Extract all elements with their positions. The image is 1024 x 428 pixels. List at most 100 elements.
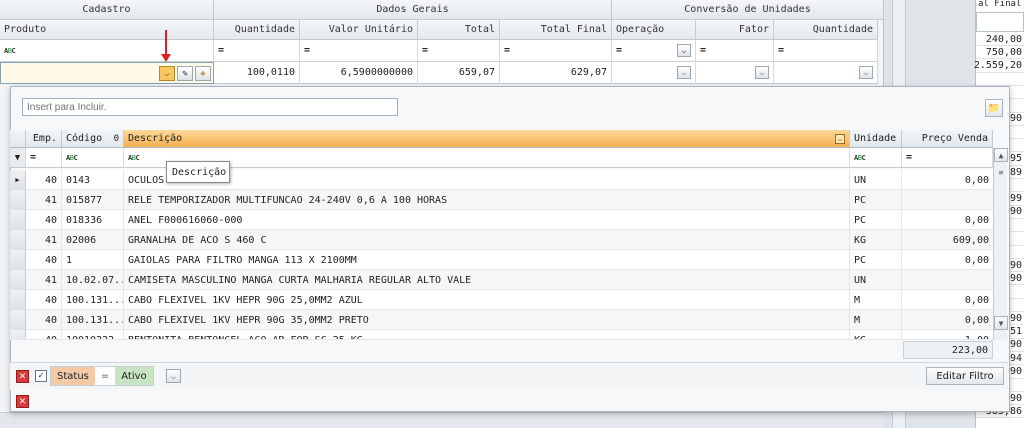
lookup-filter-descricao[interactable]: ABC (124, 148, 850, 168)
col-produto[interactable]: Produto (0, 20, 214, 40)
cell-preco[interactable]: 1,00 (902, 330, 994, 339)
cell-descricao[interactable]: CABO FLEXIVEL 1KV HEPR 90G 25,0MM2 AZUL (124, 290, 850, 310)
row-selector[interactable] (10, 190, 26, 210)
cell-unidade[interactable]: PC (850, 250, 902, 270)
cell-valor-unitario[interactable]: 6,5900000000 (300, 62, 418, 84)
filter-produto[interactable]: ABC (0, 40, 214, 62)
chevron-down-icon[interactable]: ⌵ (755, 66, 769, 79)
close-icon[interactable]: ✕ (16, 395, 29, 408)
cell-emp[interactable]: 40 (26, 330, 62, 339)
cell-unidade[interactable]: PC (850, 210, 902, 230)
cell-fator[interactable]: ⌵ (696, 62, 774, 84)
cell-descricao[interactable]: BENTONITA BENTONGEL ACO AR FOR SC 25 KG (124, 330, 850, 339)
table-row[interactable]: 41 015877 RELE TEMPORIZADOR MULTIFUNCAO 24… (10, 190, 994, 210)
filter-total-final[interactable]: = (500, 40, 612, 62)
lookup-dropdown-button[interactable]: ⌵ (159, 66, 175, 81)
chevron-down-icon[interactable]: ⌵ (677, 66, 691, 79)
row-selector[interactable] (10, 330, 26, 339)
cell-preco[interactable] (902, 270, 994, 290)
lookup-filter-unidade[interactable]: ABC (850, 148, 902, 168)
cell-emp[interactable]: 40 (26, 290, 62, 310)
table-row[interactable]: 40 1 GAIOLAS PARA FILTRO MANGA 113 X 2100… (10, 250, 994, 270)
col-total[interactable]: Total (418, 20, 500, 40)
filter-quantidade-conv[interactable]: = (774, 40, 878, 62)
lookup-col-preco[interactable]: Preço Venda (902, 130, 993, 148)
col-quantidade[interactable]: Quantidade (214, 20, 300, 40)
row-indicator-icon[interactable]: ▶ (10, 170, 26, 190)
add-record-icon[interactable]: 📁 (985, 99, 1003, 117)
filter-total[interactable]: = (418, 40, 500, 62)
cell-codigo[interactable]: 018336 (62, 210, 124, 230)
scroll-up-icon[interactable]: ▲ (994, 148, 1008, 162)
cell-preco[interactable]: 0,00 (902, 210, 994, 230)
cell-unidade[interactable]: M (850, 290, 902, 310)
col-valor-unitario[interactable]: Valor Unitário (300, 20, 418, 40)
filter-icon[interactable]: ⌵ (835, 133, 845, 144)
cell-unidade[interactable]: M (850, 310, 902, 330)
edit-icon[interactable]: ✎ (177, 66, 193, 81)
cell-emp[interactable]: 41 (26, 270, 62, 290)
right-filter-cell[interactable] (976, 12, 1024, 32)
table-row[interactable]: ▶ 40 0143 OCULOS UN 0,00 (10, 170, 994, 190)
scroll-down-icon[interactable]: ▼ (994, 316, 1008, 330)
col-total-final[interactable]: Total Final (500, 20, 612, 40)
cell-unidade[interactable]: PC (850, 190, 902, 210)
cell-emp[interactable]: 41 (26, 230, 62, 250)
cell-emp[interactable]: 40 (26, 170, 62, 190)
search-input[interactable] (22, 98, 398, 116)
row-selector[interactable] (10, 210, 26, 230)
cell-unidade[interactable]: KG (850, 330, 902, 339)
chevron-down-icon[interactable]: ⌵ (859, 66, 873, 79)
row-selector[interactable] (10, 270, 26, 290)
cell-preco[interactable]: 0,00 (902, 250, 994, 270)
cell-codigo[interactable]: 02006 (62, 230, 124, 250)
cell-total[interactable]: 659,07 (418, 62, 500, 84)
cell-codigo[interactable]: 1 (62, 250, 124, 270)
cell-preco[interactable]: 609,00 (902, 230, 994, 250)
lookup-col-codigo[interactable]: Código 0 (62, 130, 124, 148)
filter-field[interactable]: Status (51, 367, 95, 385)
lookup-col-emp[interactable]: Emp. (26, 130, 62, 148)
cell-unidade[interactable]: UN (850, 170, 902, 190)
cell-descricao[interactable]: CAMISETA MASCULINO MANGA CURTA MALHARIA … (124, 270, 850, 290)
filter-enabled-checkbox[interactable]: ✓ (35, 370, 47, 382)
cell-unidade[interactable]: KG (850, 230, 902, 250)
cell-descricao[interactable]: RELE TEMPORIZADOR MULTIFUNCAO 24-240V 0,… (124, 190, 850, 210)
col-quantidade-conv[interactable]: Quantidade (774, 20, 878, 40)
filter-value[interactable]: Ativo (115, 367, 153, 385)
scroll-grip-icon[interactable]: ≡ (996, 168, 1006, 178)
cell-codigo[interactable]: 100.131... (62, 290, 124, 310)
cell-operacao[interactable]: ⌵ (612, 62, 696, 84)
cell-descricao[interactable]: GRANALHA DE ACO S 460 C (124, 230, 850, 250)
cell-emp[interactable]: 40 (26, 250, 62, 270)
row-selector[interactable] (10, 290, 26, 310)
table-row[interactable]: 40 018336 ANEL F000616060-000 PC 0,00 (10, 210, 994, 230)
filter-quantidade[interactable]: = (214, 40, 300, 62)
cell-preco[interactable]: 0,00 (902, 170, 994, 190)
cell-codigo[interactable]: 100.131... (62, 310, 124, 330)
cell-codigo[interactable]: 10.02.07... (62, 270, 124, 290)
lookup-filter-codigo[interactable]: ABC (62, 148, 124, 168)
filter-fator[interactable]: = (696, 40, 774, 62)
table-row[interactable]: 40 10010222 BENTONITA BENTONGEL ACO AR FOR… (10, 330, 994, 340)
lookup-col-unidade[interactable]: Unidade (850, 130, 902, 148)
filter-history-dropdown[interactable]: ⌵ (166, 369, 181, 383)
cell-descricao[interactable]: OCULOS (124, 170, 850, 190)
filter-expression[interactable]: Status = Ativo (50, 366, 154, 386)
cell-emp[interactable]: 41 (26, 190, 62, 210)
cell-total-final[interactable]: 629,07 (500, 62, 612, 84)
clear-filter-icon[interactable]: ✕ (16, 370, 29, 383)
cell-unidade[interactable]: UN (850, 270, 902, 290)
table-row[interactable]: 40 100.131... CABO FLEXIVEL 1KV HEPR 90G 3… (10, 310, 994, 330)
filter-operacao[interactable]: = ⌵ (612, 40, 696, 62)
lookup-filter-preco[interactable]: = (902, 148, 993, 168)
col-operacao[interactable]: Operação (612, 20, 696, 40)
filter-operator[interactable]: = (95, 367, 115, 385)
cell-descricao[interactable]: CABO FLEXIVEL 1KV HEPR 90G 35,0MM2 PRETO (124, 310, 850, 330)
row-selector[interactable] (10, 230, 26, 250)
filter-funnel-icon[interactable]: ▼ (10, 148, 26, 168)
cell-codigo[interactable]: 015877 (62, 190, 124, 210)
cell-quantidade-conv[interactable]: ⌵ (774, 62, 878, 84)
table-row[interactable]: 4110.02.07...CAMISETA MASCULINO MANGA CU… (10, 270, 994, 290)
cell-descricao[interactable]: ANEL F000616060-000 (124, 210, 850, 230)
